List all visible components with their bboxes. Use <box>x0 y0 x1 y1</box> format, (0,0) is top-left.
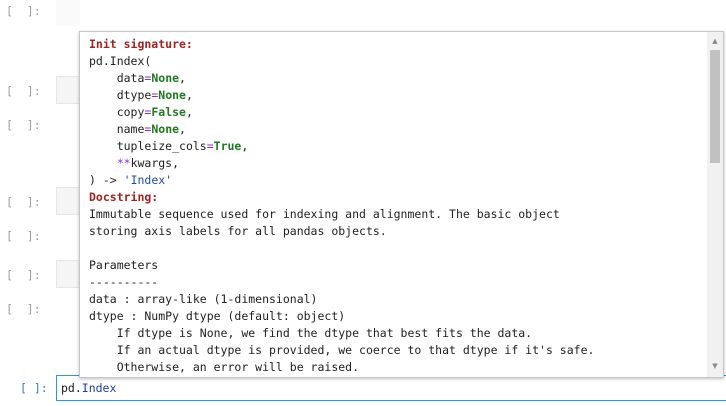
param-default: False <box>151 105 186 119</box>
scroll-up-icon[interactable]: ▲ <box>707 34 723 48</box>
scroll-down-icon[interactable]: ▼ <box>707 359 723 373</box>
doc-line: Immutable sequence used for indexing and… <box>89 207 560 221</box>
param-name: name <box>116 122 145 136</box>
doc-line: Parameters <box>89 258 159 272</box>
code-cell[interactable] <box>56 0 80 26</box>
doc-line: Otherwise, an error will be raised. <box>89 360 360 374</box>
code-editor[interactable]: pd.Index <box>61 381 116 395</box>
param-name: dtype <box>116 88 152 102</box>
param-name: data <box>116 71 145 85</box>
param-default: True <box>213 139 242 153</box>
code-cell[interactable] <box>56 260 81 288</box>
return-type: 'Index' <box>123 173 173 187</box>
tooltip-scrollbar[interactable]: ▲ ▼ <box>707 32 723 377</box>
cell-prompt: [ ]: <box>6 268 41 282</box>
cell-prompt: [ ]: <box>6 4 41 18</box>
code-cell[interactable] <box>56 76 81 104</box>
cell-prompt: [ ]: <box>6 195 41 209</box>
active-cell-prompt: [ ]: <box>20 381 48 395</box>
param-default: None <box>158 88 186 102</box>
signature-call: pd.Index( <box>89 54 152 68</box>
code-module: pd. <box>61 381 82 395</box>
scroll-thumb[interactable] <box>710 50 720 163</box>
docstring-header: Docstring: <box>89 190 159 204</box>
cell-prompt: [ ]: <box>6 118 41 132</box>
param-name: tupleize_cols <box>116 139 207 153</box>
cell-prompt: [ ]: <box>6 302 41 316</box>
param-name: copy <box>116 105 145 119</box>
cell-prompt: [ ]: <box>6 229 41 243</box>
inspector-tooltip[interactable]: Init signature: pd.Index( data=None, dty… <box>79 31 724 378</box>
param-default: None <box>151 122 180 136</box>
doc-line: ---------- <box>89 275 159 289</box>
cell-prompt: [ ]: <box>6 84 41 98</box>
code-cell[interactable] <box>56 187 81 215</box>
tooltip-content: Init signature: pd.Index( data=None, dty… <box>89 37 595 374</box>
code-identifier: Index <box>81 381 117 395</box>
init-signature-header: Init signature: <box>89 37 193 51</box>
kwargs: kwargs, <box>130 156 180 170</box>
doc-line: dtype : NumPy dtype (default: object) <box>89 309 346 323</box>
param-default: None <box>151 71 180 85</box>
active-code-cell[interactable]: pd.Index <box>56 375 726 401</box>
return-arrow: ) -> <box>89 173 117 187</box>
doc-line: If dtype is None, we find the dtype that… <box>89 326 533 340</box>
doc-line: If an actual dtype is provided, we coerc… <box>89 343 595 357</box>
doc-line: data : array-like (1-dimensional) <box>89 292 318 306</box>
doc-line: storing axis labels for all pandas objec… <box>89 224 387 238</box>
